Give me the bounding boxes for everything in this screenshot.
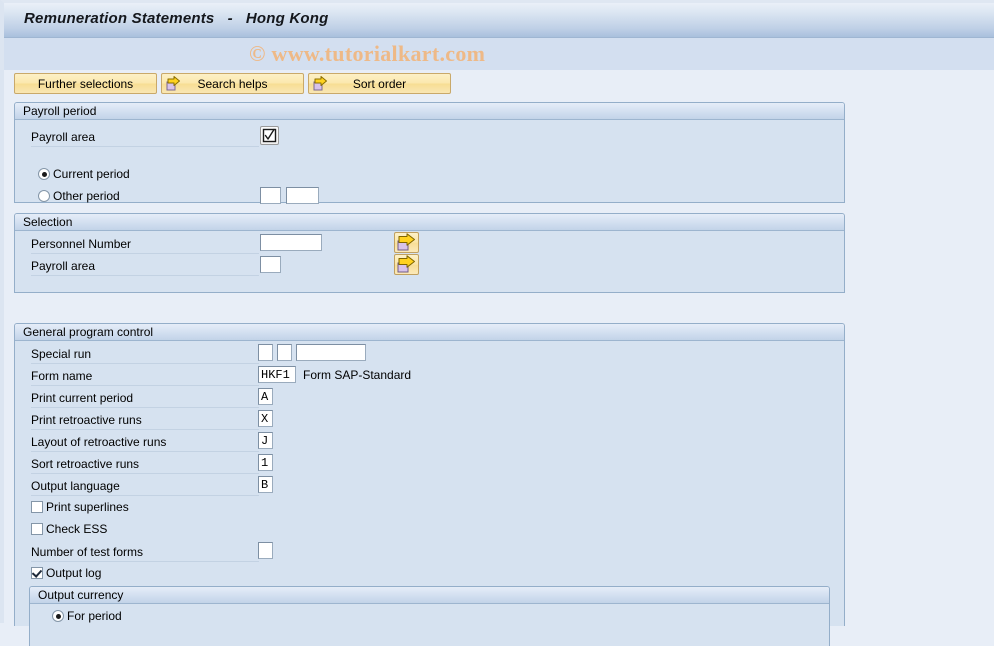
print-superlines-label: Print superlines <box>46 500 129 514</box>
personnel-number-multiple-selection-button[interactable] <box>394 232 419 253</box>
output-log-checkbox[interactable]: Output log <box>31 566 101 580</box>
personnel-number-input[interactable] <box>260 234 322 251</box>
radio-indicator <box>38 190 50 202</box>
payroll-period-title: Payroll period <box>15 103 844 120</box>
payroll-area-selection-input[interactable] <box>260 256 281 273</box>
window-titlebar: Remuneration Statements - Hong Kong <box>4 3 994 38</box>
number-of-test-forms-label: Number of test forms <box>31 544 259 562</box>
output-currency-title: Output currency <box>30 587 829 604</box>
special-run-input-3[interactable] <box>296 344 366 361</box>
further-selections-button[interactable]: Further selections <box>14 73 157 94</box>
watermark-band <box>4 38 994 70</box>
special-run-input-2[interactable] <box>277 344 292 361</box>
general-program-control-body: Special run Form name Form SAP-Standard … <box>15 341 844 646</box>
checkbox-indicator <box>31 501 43 513</box>
print-superlines-checkbox[interactable]: Print superlines <box>31 500 129 514</box>
for-period-label: For period <box>67 609 122 623</box>
print-current-period-input[interactable] <box>258 388 273 405</box>
multiple-selection-arrow-icon <box>395 255 418 274</box>
personnel-number-label: Personnel Number <box>31 236 259 254</box>
payroll-area-label: Payroll area <box>31 129 259 147</box>
current-period-label: Current period <box>53 167 130 181</box>
print-current-period-label: Print current period <box>31 390 259 408</box>
output-currency-body: For period <box>30 604 829 645</box>
general-program-control-group: General program control Special run Form… <box>14 323 845 646</box>
sort-retroactive-runs-label: Sort retroactive runs <box>31 456 259 474</box>
special-run-input-1[interactable] <box>258 344 273 361</box>
yellow-arrow-icon <box>166 76 181 91</box>
layout-of-retroactive-runs-label: Layout of retroactive runs <box>31 434 259 452</box>
sort-order-label: Sort order <box>352 76 407 91</box>
output-language-input[interactable] <box>258 476 273 493</box>
number-of-test-forms-input[interactable] <box>258 542 273 559</box>
checkbox-checkmark-icon <box>261 127 278 144</box>
multiple-selection-arrow-icon <box>395 233 418 252</box>
payroll-area-selection-label: Payroll area <box>31 258 259 276</box>
output-currency-group: Output currency For period <box>29 586 830 646</box>
other-period-input-2[interactable] <box>286 187 319 204</box>
layout-of-retroactive-runs-input[interactable] <box>258 432 273 449</box>
payroll-area-value-help-button[interactable] <box>260 126 279 145</box>
payroll-period-group: Payroll period Payroll area Current peri… <box>14 102 845 204</box>
other-period-input-1[interactable] <box>260 187 281 204</box>
form-name-description: Form SAP-Standard <box>303 368 412 382</box>
check-ess-label: Check ESS <box>46 522 108 536</box>
other-period-label: Other period <box>53 189 120 203</box>
sort-retroactive-runs-input[interactable] <box>258 454 273 471</box>
radio-indicator <box>38 168 50 180</box>
window-title: Remuneration Statements - Hong Kong <box>24 10 329 27</box>
checkbox-indicator <box>31 523 43 535</box>
for-period-radio[interactable]: For period <box>52 609 122 623</box>
toolbar: Further selections Search helps Sort ord… <box>4 70 994 98</box>
output-language-label: Output language <box>31 478 259 496</box>
tutorialkart-watermark: © www.tutorialkart.com <box>249 41 486 66</box>
search-helps-button[interactable]: Search helps <box>161 73 304 94</box>
check-ess-checkbox[interactable]: Check ESS <box>31 522 107 536</box>
print-retroactive-runs-input[interactable] <box>258 410 273 427</box>
checkbox-indicator <box>31 567 43 579</box>
output-log-label: Output log <box>46 566 102 580</box>
payroll-period-body: Payroll area Current period Other period <box>15 120 844 204</box>
payroll-area-multiple-selection-button[interactable] <box>394 254 419 275</box>
radio-indicator <box>52 610 64 622</box>
print-retroactive-runs-label: Print retroactive runs <box>31 412 259 430</box>
other-period-radio[interactable]: Other period <box>38 189 120 203</box>
special-run-label: Special run <box>31 346 259 364</box>
yellow-arrow-icon <box>313 76 328 91</box>
sap-selection-screen: Remuneration Statements - Hong Kong © ww… <box>0 0 994 646</box>
selection-title: Selection <box>15 214 844 231</box>
form-name-label: Form name <box>31 368 259 386</box>
sort-order-button[interactable]: Sort order <box>308 73 451 94</box>
selection-body: Personnel Number Payroll area <box>15 231 844 291</box>
selection-group: Selection Personnel Number Payroll area <box>14 213 845 293</box>
search-helps-label: Search helps <box>197 76 268 91</box>
further-selections-label: Further selections <box>37 76 134 91</box>
current-period-radio[interactable]: Current period <box>38 167 130 181</box>
form-name-input[interactable] <box>258 366 296 383</box>
general-program-control-title: General program control <box>15 324 844 341</box>
